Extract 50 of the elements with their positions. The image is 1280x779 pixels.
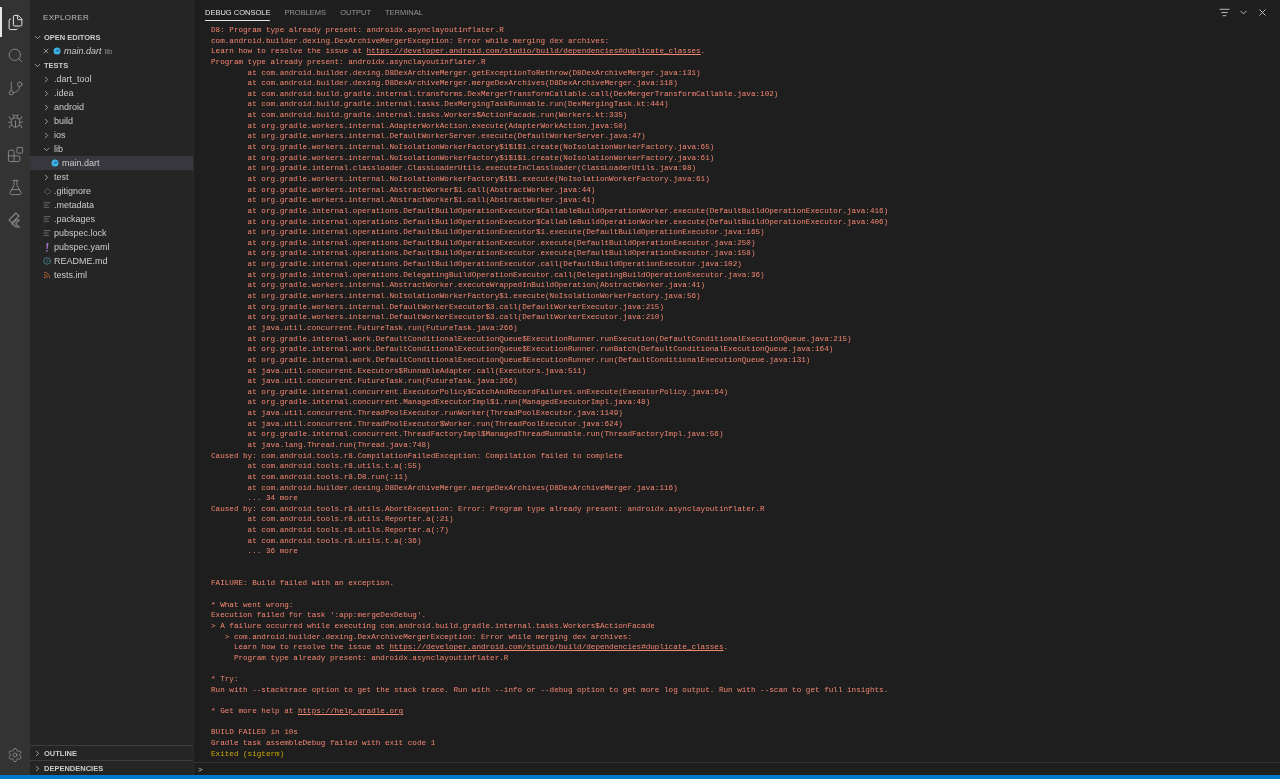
file-item[interactable]: .packages	[30, 212, 193, 226]
file-item[interactable]: tests.iml	[30, 268, 193, 282]
bug-icon[interactable]	[5, 111, 25, 131]
folder-item[interactable]: android	[30, 100, 193, 114]
file-name: main.dart	[62, 158, 100, 168]
info-icon	[43, 257, 51, 265]
file-item[interactable]: .gitignore	[30, 184, 193, 198]
settings-icon[interactable]	[7, 747, 23, 763]
file-item[interactable]: main.dart	[30, 156, 193, 170]
file-name: test	[54, 172, 69, 182]
folder-item[interactable]: test	[30, 170, 193, 184]
file-name: .packages	[54, 214, 96, 224]
file-name: build	[54, 116, 73, 126]
file-item[interactable]: .metadata	[30, 198, 193, 212]
files-icon[interactable]	[5, 12, 25, 32]
folder-item[interactable]: .dart_tool	[30, 72, 193, 86]
file-name: pubspec.lock	[54, 228, 107, 238]
folder-item[interactable]: lib	[30, 142, 193, 156]
rss-icon	[43, 271, 51, 279]
dart-icon	[51, 159, 59, 167]
file-item[interactable]: README.md	[30, 254, 193, 268]
lines-icon	[43, 215, 51, 223]
sidebar-title: EXPLORER	[42, 12, 90, 24]
file-name: main.dart	[64, 46, 102, 56]
file-name: pubspec.yaml	[54, 242, 110, 252]
lines-icon	[43, 229, 51, 237]
diamond-icon	[43, 187, 51, 195]
folder-item[interactable]: ios	[30, 128, 193, 142]
file-name: tests.iml	[54, 270, 87, 280]
exclamation-icon	[43, 242, 51, 252]
folder-hint: lib	[104, 46, 113, 56]
lines-icon	[43, 201, 51, 209]
file-name: .dart_tool	[54, 74, 92, 84]
file-name: .idea	[54, 88, 74, 98]
blocks-icon[interactable]	[5, 144, 25, 164]
filter-icon[interactable]	[1219, 7, 1230, 18]
close-icon[interactable]	[1257, 7, 1268, 18]
file-item[interactable]: pubspec.lock	[30, 226, 193, 240]
dart-icon	[53, 47, 61, 55]
file-name: lib	[54, 144, 63, 154]
file-name: .gitignore	[54, 186, 92, 196]
folder-item[interactable]: build	[30, 114, 193, 128]
file-item[interactable]: pubspec.yaml	[30, 240, 193, 254]
file-name: README.md	[54, 256, 108, 266]
open-editor-item[interactable]: main.dart lib	[30, 44, 193, 58]
folder-item[interactable]: .idea	[30, 86, 193, 100]
close-icon[interactable]	[42, 47, 50, 55]
file-name: .metadata	[54, 200, 95, 210]
file-name: android	[54, 102, 85, 112]
file-name: ios	[54, 130, 66, 140]
